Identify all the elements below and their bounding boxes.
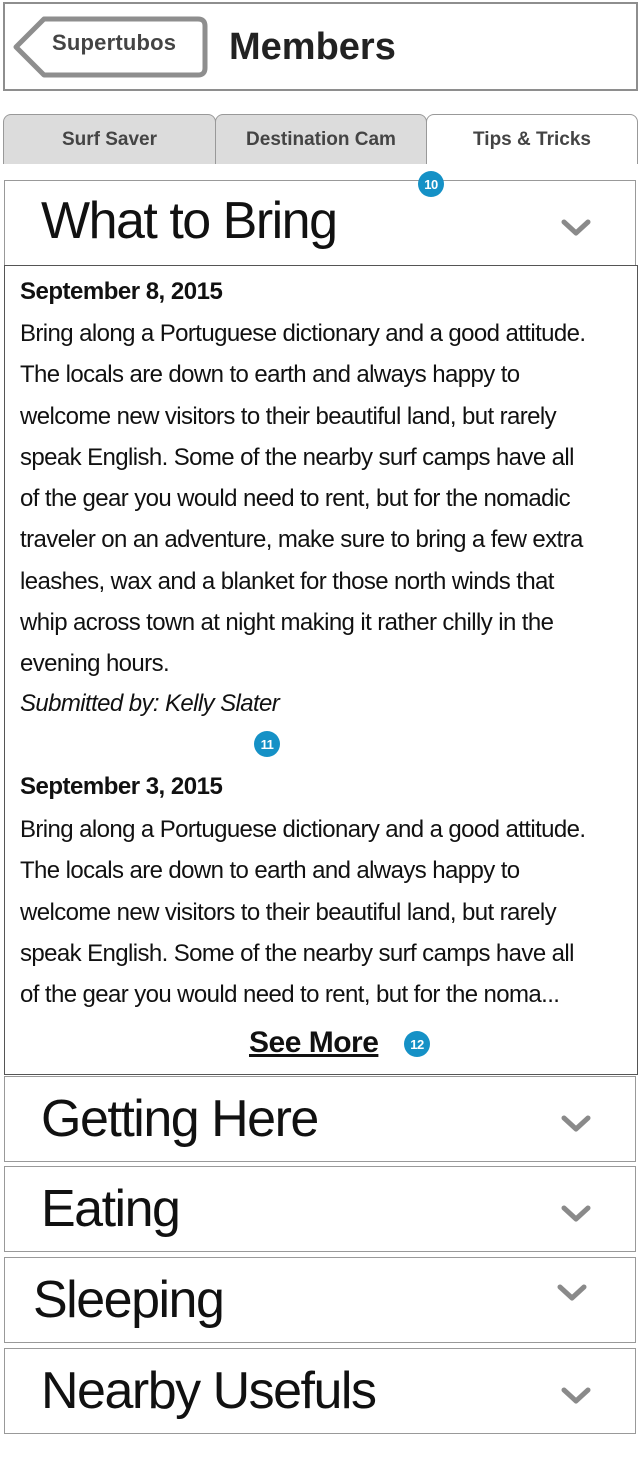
post-date: September 8, 2015 [20, 278, 223, 305]
section-eating[interactable]: Eating [4, 1166, 636, 1252]
post-author: Submitted by: Kelly Slater [20, 690, 280, 717]
post-line: speak English. Some of the nearby surf c… [20, 939, 574, 967]
chevron-down-icon [561, 1115, 591, 1132]
chevron-down-icon [557, 1284, 587, 1301]
section-title: Nearby Usefuls [41, 1362, 377, 1420]
back-button[interactable]: Supertubos [12, 16, 208, 78]
section-what-to-bring[interactable]: What to Bring [4, 180, 636, 266]
annotation-badge: 12 [404, 1031, 430, 1057]
see-more-link[interactable]: See More [249, 1026, 379, 1060]
chevron-down-icon [561, 219, 591, 236]
post-line: traveler on an adventure, make sure to b… [20, 526, 583, 554]
chevron-down-icon [561, 1387, 591, 1404]
tab-tips-and-tricks[interactable]: Tips & Tricks [426, 114, 638, 164]
section-getting-here[interactable]: Getting Here [4, 1076, 636, 1162]
section-nearby-usefuls[interactable]: Nearby Usefuls [4, 1348, 636, 1434]
post-line: whip across town at night making it rath… [20, 609, 554, 637]
annotation-badge: 11 [254, 731, 280, 757]
post-line: leashes, wax and a blanket for those nor… [20, 567, 554, 595]
page-title: Members [229, 26, 396, 68]
post-line: welcome new visitors to their beautiful … [20, 898, 557, 926]
post-line: Bring along a Portuguese dictionary and … [20, 816, 586, 843]
post-body: Bring along a Portuguese dictionary and … [20, 809, 632, 1015]
post-line: The locals are down to earth and always … [20, 361, 520, 389]
post-line: speak English. Some of the nearby surf c… [20, 443, 574, 471]
post-line: of the gear you would need to rent, but … [20, 981, 560, 1009]
section-sleeping[interactable]: Sleeping [4, 1257, 636, 1343]
back-button-label: Supertubos [52, 30, 177, 55]
post-line: evening hours. [20, 650, 170, 678]
tips-content-panel: September 8, 2015 Bring along a Portugue… [4, 265, 638, 1075]
tab-surf-saver[interactable]: Surf Saver [3, 114, 216, 164]
section-title: Eating [41, 1180, 181, 1238]
section-title: Sleeping [33, 1271, 225, 1329]
app-header: Supertubos Members [3, 2, 638, 91]
post-line: Bring along a Portuguese dictionary and … [20, 320, 586, 347]
post-line: welcome new visitors to their beautiful … [20, 402, 557, 430]
section-title: What to Bring [41, 192, 338, 250]
chevron-down-icon [561, 1205, 591, 1222]
post-body: Bring along a Portuguese dictionary and … [20, 313, 632, 685]
section-title: Getting Here [41, 1090, 319, 1148]
annotation-badge: 10 [418, 171, 444, 197]
post-line: of the gear you would need to rent, but … [20, 485, 571, 513]
post-date: September 3, 2015 [20, 773, 223, 800]
post-line: The locals are down to earth and always … [20, 857, 520, 885]
tab-destination-cam[interactable]: Destination Cam [215, 114, 427, 164]
